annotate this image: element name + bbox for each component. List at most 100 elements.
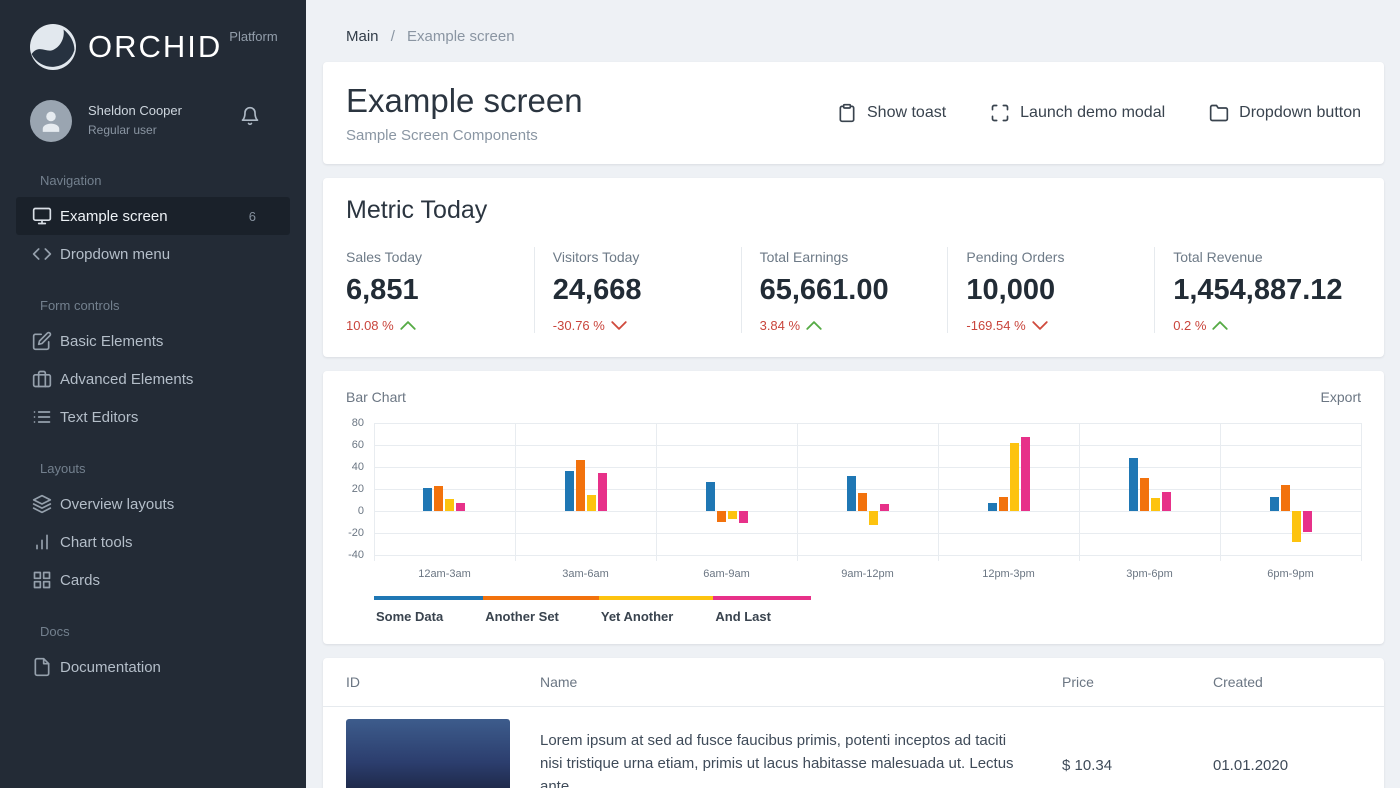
metrics-row: Sales Today6,85110.08 %Visitors Today24,… (346, 247, 1361, 333)
bar-another-set (858, 493, 867, 511)
bar-some-data (1129, 458, 1138, 511)
bar-another-set (1140, 478, 1149, 511)
y-axis-tick-label: 20 (352, 483, 364, 495)
sidebar-nav: Navigation Example screen 6 Dropdown menu Fo… (0, 148, 306, 686)
bar-yet-another (587, 495, 596, 512)
cell-id (346, 719, 540, 788)
bar-and-last (1021, 437, 1030, 511)
breadcrumb-root[interactable]: Main (346, 28, 379, 45)
metric-label: Sales Today (346, 249, 520, 265)
table-body: Lorem ipsum at sed ad fusce faucibus pri… (323, 707, 1384, 788)
cell-price: $ 10.34 (1062, 719, 1213, 788)
page-header-card: Example screen Sample Screen Components … (323, 62, 1384, 164)
bar-yet-another (869, 511, 878, 525)
metric-change: 10.08 % (346, 318, 520, 333)
sidebar-item-documentation[interactable]: Documentation (16, 648, 290, 686)
bar-some-data (1270, 497, 1279, 511)
page-header-titles: Example screen Sample Screen Components (346, 82, 583, 144)
chart-y-axis: 806040200-20-40 (346, 423, 368, 555)
brand-name: ORCHID (88, 24, 222, 70)
show-toast-button[interactable]: Show toast (837, 103, 946, 123)
code-icon (32, 244, 52, 264)
v-gridline (374, 423, 375, 561)
bar-some-data (847, 476, 856, 511)
v-gridline (515, 423, 516, 561)
x-axis-tick-label: 9am-12pm (797, 568, 938, 580)
orchid-logo-icon (30, 24, 76, 70)
metric-label: Pending Orders (966, 249, 1140, 265)
metric-label: Visitors Today (553, 249, 727, 265)
column-header-id[interactable]: ID (346, 658, 540, 706)
h-gridline (374, 467, 1361, 468)
legend-item-yet-another[interactable]: Yet Another (599, 596, 713, 624)
table-header: IDNamePriceCreated (323, 658, 1384, 707)
bar-chart-plot (374, 423, 1361, 555)
legend-item-and-last[interactable]: And Last (713, 596, 811, 624)
column-header-price[interactable]: Price (1062, 658, 1213, 706)
metrics-card: Metric Today Sales Today6,85110.08 %Visi… (323, 178, 1384, 357)
nav-item-label: Example screen (60, 208, 168, 225)
dropdown-button-button[interactable]: Dropdown button (1209, 103, 1361, 123)
metric-change-text: 3.84 % (760, 318, 800, 333)
nav-section-label: Navigation (0, 148, 306, 197)
bell-icon[interactable] (240, 106, 260, 126)
sidebar-item-overview-layouts[interactable]: Overview layouts (16, 485, 290, 523)
column-header-created[interactable]: Created (1213, 658, 1361, 706)
metric-change: 3.84 % (760, 318, 934, 333)
x-axis-tick-label: 3am-6am (515, 568, 656, 580)
bar-another-set (999, 497, 1008, 511)
metric-pending-orders: Pending Orders10,000-169.54 % (948, 247, 1155, 333)
legend-label: And Last (715, 609, 771, 624)
nav-item-badge: 6 (249, 209, 256, 224)
bar-and-last (1162, 492, 1171, 511)
bar-chart: 806040200-20-40 12am-3am3am-6am6am-9am9a… (346, 423, 1361, 624)
metric-total-revenue: Total Revenue1,454,887.120.2 % (1155, 247, 1361, 333)
v-gridline (797, 423, 798, 561)
legend-label: Yet Another (601, 609, 673, 624)
legend-item-another-set[interactable]: Another Set (483, 596, 599, 624)
legend-label: Some Data (376, 609, 443, 624)
x-axis-tick-label: 6pm-9pm (1220, 568, 1361, 580)
sidebar-item-basic-elements[interactable]: Basic Elements (16, 322, 290, 360)
metric-change-text: 10.08 % (346, 318, 394, 333)
page-actions: Show toast Launch demo modal Dropdown butt… (837, 103, 1361, 123)
chart-title: Bar Chart (346, 389, 406, 405)
nav-section-label: Form controls (0, 273, 306, 322)
brand[interactable]: ORCHID Platform (0, 0, 306, 70)
bar-yet-another (445, 499, 454, 511)
bar-and-last (598, 473, 607, 512)
sidebar-item-example-screen[interactable]: Example screen 6 (16, 197, 290, 235)
y-axis-tick-label: 60 (352, 439, 364, 451)
export-button[interactable]: Export (1321, 389, 1361, 405)
avatar[interactable] (30, 100, 72, 142)
x-axis-tick-label: 12pm-3pm (938, 568, 1079, 580)
column-header-name[interactable]: Name (540, 658, 1062, 706)
nav-item-label: Dropdown menu (60, 246, 170, 263)
h-gridline (374, 423, 1361, 424)
bar-and-last (739, 511, 748, 523)
sidebar-item-dropdown-menu[interactable]: Dropdown menu (16, 235, 290, 273)
h-gridline (374, 445, 1361, 446)
chart-header: Bar Chart Export (346, 389, 1361, 405)
monitor-icon (32, 206, 52, 226)
caret-up-icon (1211, 320, 1229, 331)
chart-card: Bar Chart Export 806040200-20-40 12am-3a… (323, 371, 1384, 644)
metric-total-earnings: Total Earnings65,661.003.84 % (742, 247, 949, 333)
metric-value: 24,668 (553, 274, 727, 307)
launch-demo-modal-button[interactable]: Launch demo modal (990, 103, 1165, 123)
legend-item-some-data[interactable]: Some Data (374, 596, 483, 624)
sidebar-item-cards[interactable]: Cards (16, 561, 290, 599)
x-axis-tick-label: 3pm-6pm (1079, 568, 1220, 580)
bar-yet-another (1292, 511, 1301, 542)
brand-suffix: Platform (229, 29, 277, 44)
bar-some-data (565, 471, 574, 511)
table-row[interactable]: Lorem ipsum at sed ad fusce faucibus pri… (323, 707, 1384, 788)
nav-item-label: Overview layouts (60, 496, 174, 513)
user-role: Regular user (88, 123, 182, 137)
nav-section-label: Layouts (0, 436, 306, 485)
metric-change-text: 0.2 % (1173, 318, 1206, 333)
layers-icon (32, 494, 52, 514)
sidebar-item-chart-tools[interactable]: Chart tools (16, 523, 290, 561)
sidebar-item-text-editors[interactable]: Text Editors (16, 398, 290, 436)
sidebar-item-advanced-elements[interactable]: Advanced Elements (16, 360, 290, 398)
